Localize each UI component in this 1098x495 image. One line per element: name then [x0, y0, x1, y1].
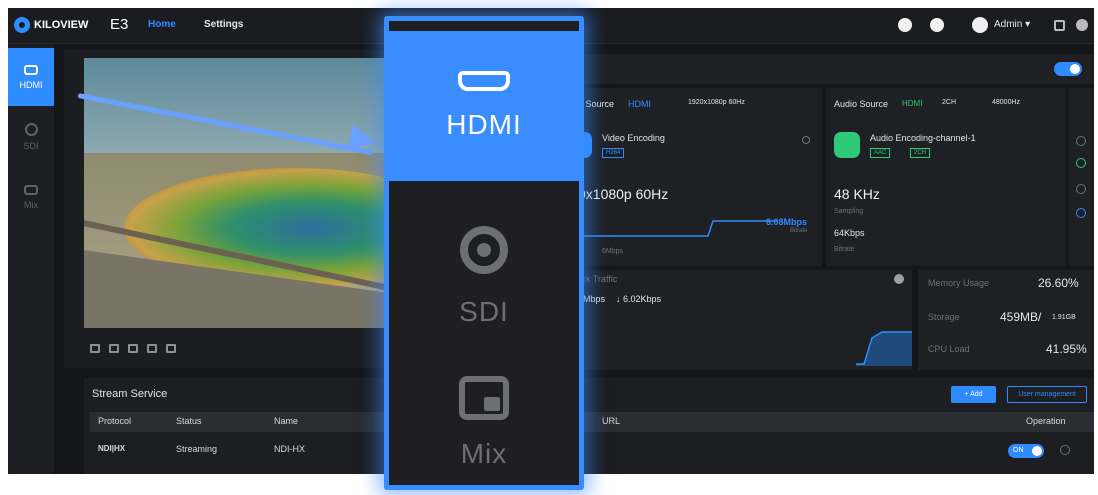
- source-sidebar: HDMI SDI Mix: [8, 44, 54, 474]
- network-down: ↓ 6.02Kbps: [616, 294, 662, 304]
- preview-controls: [90, 344, 176, 353]
- network-panel: ork Traffic 3Mbps ↓ 6.02Kbps: [576, 270, 912, 370]
- device-model: E3: [110, 16, 129, 33]
- row-name: NDI-HX: [274, 444, 305, 454]
- network-chart: [856, 331, 912, 366]
- snapshot-icon[interactable]: [128, 344, 138, 353]
- zoom-item-label: Mix: [460, 438, 508, 469]
- delete-stream-icon[interactable]: [1060, 445, 1070, 455]
- add-channel-icon[interactable]: [1076, 208, 1086, 218]
- source-header: [576, 54, 1094, 84]
- column-protocol: Protocol: [98, 416, 132, 426]
- memory-value: 26.60%: [1038, 276, 1079, 290]
- video-panel: o Source HDMI 1920x1080p 60Hz Video Enco…: [576, 88, 822, 266]
- zoom-item-sdi[interactable]: SDI: [389, 226, 579, 328]
- column-operation: Operation: [1026, 416, 1066, 426]
- annotation-arrow-head: [347, 124, 379, 156]
- zoom-item-label: HDMI: [446, 109, 522, 140]
- audio-bitrate-caption: Bitrate: [834, 246, 855, 253]
- storage-label: Storage: [928, 312, 960, 322]
- channel-1-icon[interactable]: [1076, 158, 1086, 168]
- user-menu[interactable]: Admin ▾: [994, 19, 1030, 30]
- video-encoding-title: Video Encoding: [602, 133, 665, 143]
- zoom-item-hdmi[interactable]: HDMI: [389, 31, 579, 181]
- headphones-icon: [834, 132, 860, 158]
- video-bitrate-chart: [578, 220, 778, 237]
- video-source-format: 1920x1080p 60Hz: [688, 99, 745, 106]
- source-zoom-callout: HDMI SDI Mix: [384, 16, 584, 490]
- encoding-toggle[interactable]: [1054, 62, 1082, 76]
- audio-source-label: Audio Source: [834, 99, 889, 109]
- grid-icon[interactable]: [109, 344, 119, 353]
- zoom-item-label: SDI: [459, 296, 509, 327]
- cpu-label: CPU Load: [928, 344, 970, 354]
- status-icon[interactable]: [930, 18, 944, 32]
- brand-name: KILOVIEW: [34, 19, 89, 31]
- logo-icon: [14, 17, 30, 33]
- sdi-icon: [460, 226, 508, 274]
- sidebar-item-hdmi[interactable]: HDMI: [8, 48, 54, 106]
- sidebar-item-mix[interactable]: Mix: [8, 168, 54, 226]
- stream-service-title: Stream Service: [92, 388, 168, 400]
- storage-value: 459MB/: [1000, 310, 1042, 324]
- audio-sampling-value: 48 KHz: [834, 186, 880, 202]
- layout-icon[interactable]: [90, 344, 100, 353]
- stream-table-header: Protocol Status Name URL Operation: [90, 412, 1094, 432]
- hdmi-icon: [458, 71, 510, 91]
- audio-source-channels: 2CH: [942, 99, 957, 106]
- video-preview: [84, 58, 384, 328]
- cpu-value: 41.95%: [1046, 342, 1087, 356]
- user-management-button[interactable]: User management: [1007, 386, 1087, 403]
- sdi-icon: [24, 123, 38, 136]
- audio-encoding-title: Audio Encoding-channel-1: [870, 133, 976, 143]
- storage-total: 1.91GB: [1052, 314, 1076, 321]
- audio-bitrate-value: 64Kbps: [834, 228, 865, 238]
- row-status: Streaming: [176, 444, 218, 454]
- audio-source-type: HDMI: [902, 99, 923, 108]
- volume-icon[interactable]: [147, 344, 157, 353]
- user-avatar-icon[interactable]: [972, 17, 988, 33]
- audio-channels-badge: 2CH: [910, 148, 931, 158]
- encoding-side-controls: [1068, 88, 1094, 266]
- remove-icon[interactable]: [1076, 136, 1086, 146]
- audio-sampling-caption: Sampling: [834, 208, 864, 215]
- memory-label: Memory Usage: [928, 278, 990, 288]
- stream-toggle[interactable]: ON: [1008, 444, 1044, 458]
- preview-panel: [64, 50, 394, 368]
- nav-home[interactable]: Home: [148, 19, 176, 30]
- brand-logo: KILOVIEW: [14, 17, 88, 33]
- stats-panel: Memory Usage 26.60% Storage 459MB/ 1.91G…: [918, 270, 1094, 370]
- add-stream-button[interactable]: + Add: [951, 386, 996, 403]
- audio-icon[interactable]: [166, 344, 176, 353]
- audio-codec-badge: AAC: [870, 148, 891, 158]
- fullscreen-icon[interactable]: [1054, 20, 1065, 31]
- zoom-item-mix[interactable]: Mix: [389, 376, 579, 470]
- mix-icon: [459, 376, 509, 420]
- row-protocol: NDI|HX: [98, 444, 126, 453]
- video-settings-icon[interactable]: [802, 136, 810, 144]
- video-resolution: 0x1080p 60Hz: [578, 186, 669, 202]
- video-small-value: 6Mbps: [602, 248, 624, 255]
- video-codec-badge: H264: [602, 148, 625, 158]
- audio-panel: Audio Source HDMI 2CH 48000Hz Audio Enco…: [826, 88, 1066, 266]
- sidebar-item-label: Mix: [24, 199, 38, 210]
- column-status: Status: [176, 416, 202, 426]
- stream-service-panel: Stream Service Protocol Status Name URL …: [84, 378, 1094, 474]
- mix-icon: [24, 184, 38, 195]
- hdmi-icon: [24, 64, 38, 75]
- globe-icon: [894, 274, 904, 284]
- sidebar-item-sdi[interactable]: SDI: [8, 108, 54, 166]
- info-icon[interactable]: [898, 18, 912, 32]
- video-bitrate-caption: Bitrate: [790, 228, 808, 234]
- help-icon[interactable]: [1076, 19, 1088, 31]
- nav-settings[interactable]: Settings: [204, 19, 243, 30]
- sidebar-item-label: SDI: [23, 141, 39, 151]
- channel-2-icon[interactable]: [1076, 184, 1086, 194]
- video-source-type: HDMI: [628, 99, 651, 109]
- sidebar-item-label: HDMI: [19, 79, 43, 90]
- column-url: URL: [602, 416, 621, 426]
- audio-source-rate: 48000Hz: [992, 99, 1021, 106]
- column-name: Name: [274, 416, 299, 426]
